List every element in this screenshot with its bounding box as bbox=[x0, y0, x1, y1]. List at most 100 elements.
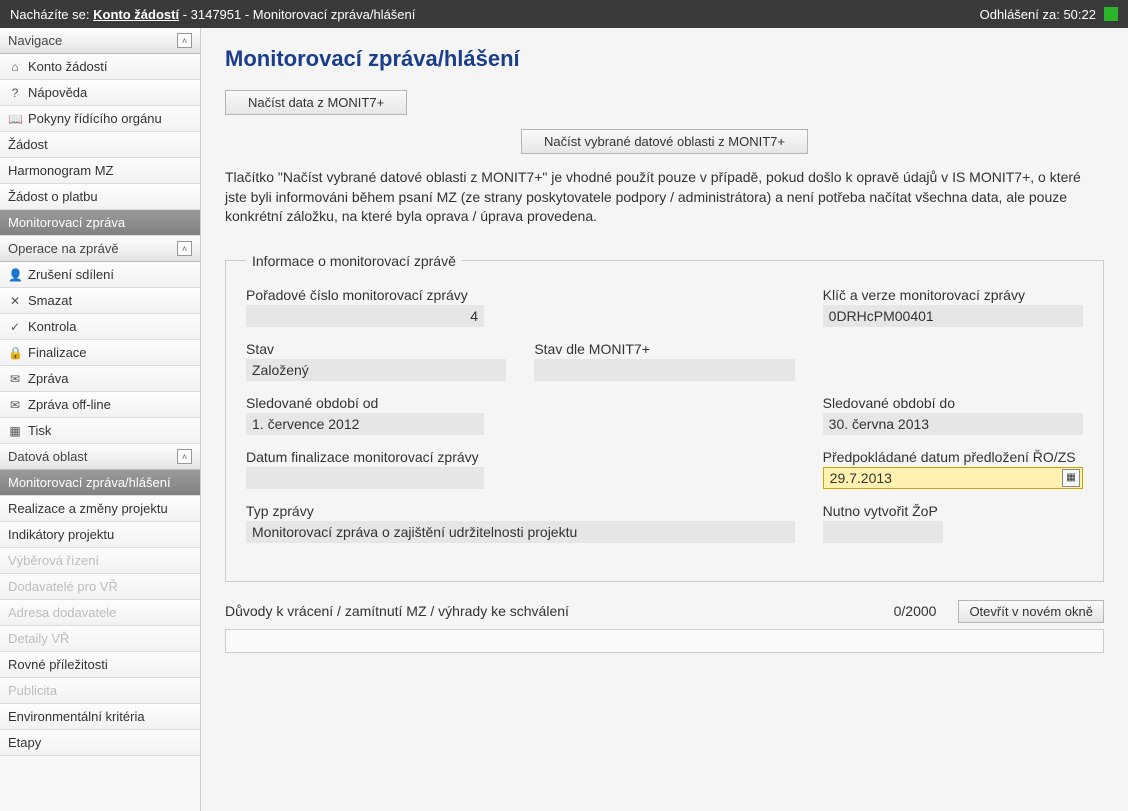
sidebar-item-icon: ? bbox=[8, 86, 22, 100]
expected-date-input[interactable]: 29.7.2013 ▦ bbox=[823, 467, 1083, 489]
sidebar-item-label: Pokyny řídícího orgánu bbox=[28, 111, 162, 126]
calendar-icon[interactable]: ▦ bbox=[1062, 469, 1080, 487]
chevron-up-icon[interactable]: ˄ bbox=[177, 241, 192, 256]
period-to-value: 30. června 2013 bbox=[823, 413, 1083, 435]
zop-value bbox=[823, 521, 943, 543]
sidebar-item-label: Kontrola bbox=[28, 319, 76, 334]
sidebar-item-icon: 👤 bbox=[8, 268, 22, 282]
sidebar-item-label: Žádost o platbu bbox=[8, 189, 98, 204]
sidebar-item[interactable]: Environmentální kritéria bbox=[0, 704, 200, 730]
sidebar-item-label: Zpráva off-line bbox=[28, 397, 111, 412]
sidebar-item[interactable]: Etapy bbox=[0, 730, 200, 756]
sidebar-item[interactable]: Harmonogram MZ bbox=[0, 158, 200, 184]
sidebar-item[interactable]: Realizace a změny projektu bbox=[0, 496, 200, 522]
sidebar-item[interactable]: 👤Zrušení sdílení bbox=[0, 262, 200, 288]
field-period-to: Sledované období do 30. června 2013 bbox=[823, 395, 1083, 435]
seq-value: 4 bbox=[246, 305, 484, 327]
sidebar-item[interactable]: ✉ Zpráva bbox=[0, 366, 200, 392]
sidebar-item-icon: ▦ bbox=[8, 424, 22, 438]
info-fieldset: Informace o monitorovací zprávě Pořadové… bbox=[225, 253, 1104, 582]
sidebar-item-label: Publicita bbox=[8, 683, 57, 698]
sidebar-item[interactable]: Rovné příležitosti bbox=[0, 652, 200, 678]
field-state-monit: Stav dle MONIT7+ bbox=[534, 341, 794, 381]
sidebar-item-label: Zpráva bbox=[28, 371, 68, 386]
sidebar-item: Dodavatelé pro VŘ bbox=[0, 574, 200, 600]
sidebar-item-label: Konto žádostí bbox=[28, 59, 108, 74]
load-monit-button[interactable]: Načíst data z MONIT7+ bbox=[225, 90, 407, 115]
sidebar-item[interactable]: Žádost o platbu bbox=[0, 184, 200, 210]
sidebar-item-label: Detaily VŘ bbox=[8, 631, 69, 646]
breadcrumb-link[interactable]: Konto žádostí bbox=[93, 7, 179, 22]
sidebar-item-label: Výběrová řízení bbox=[8, 553, 99, 568]
page-title: Monitorovací zpráva/hlášení bbox=[225, 46, 1104, 72]
field-type: Typ zprávy Monitorovací zpráva o zajiště… bbox=[246, 503, 795, 543]
field-key: Klíč a verze monitorovací zprávy 0DRHcPM… bbox=[823, 287, 1083, 327]
sidebar-item[interactable]: ⌂ Konto žádostí bbox=[0, 54, 200, 80]
field-state: Stav Založený bbox=[246, 341, 506, 381]
reasons-counter: 0/2000 bbox=[894, 603, 937, 619]
sidebar-item-label: Finalizace bbox=[28, 345, 87, 360]
sidebar-item-label: Etapy bbox=[8, 735, 41, 750]
sidebar-section-header[interactable]: Datová oblast˄ bbox=[0, 444, 200, 470]
sidebar-item[interactable]: ✉ Zpráva off-line bbox=[0, 392, 200, 418]
sidebar-item-icon: ✉ bbox=[8, 372, 22, 386]
sidebar-item: Publicita bbox=[0, 678, 200, 704]
sidebar-item[interactable]: Monitorovací zpráva/hlášení bbox=[0, 470, 200, 496]
sidebar-item-label: Žádost bbox=[8, 137, 48, 152]
finalize-date-value bbox=[246, 467, 484, 489]
info-text: Tlačítko "Načíst vybrané datové oblasti … bbox=[225, 168, 1104, 227]
top-bar: Nacházíte se: Konto žádostí - 3147951 - … bbox=[0, 0, 1128, 28]
open-new-window-button[interactable]: Otevřít v novém okně bbox=[958, 600, 1104, 623]
sidebar: Navigace˄ ⌂ Konto žádostí? Nápověda 📖 Pokyny … bbox=[0, 28, 201, 811]
sidebar-item[interactable]: ✓ Kontrola bbox=[0, 314, 200, 340]
reasons-label: Důvody k vrácení / zamítnutí MZ / výhrad… bbox=[225, 603, 882, 619]
sidebar-item[interactable]: Žádost bbox=[0, 132, 200, 158]
field-zop: Nutno vytvořit ŽoP bbox=[823, 503, 1083, 543]
status-indicator-icon bbox=[1104, 7, 1118, 21]
chevron-up-icon[interactable]: ˄ bbox=[177, 33, 192, 48]
sidebar-item-label: Indikátory projektu bbox=[8, 527, 114, 542]
sidebar-item[interactable]: 🔒 Finalizace bbox=[0, 340, 200, 366]
sidebar-item[interactable]: ✕ Smazat bbox=[0, 288, 200, 314]
main-content: Monitorovací zpráva/hlášení Načíst data … bbox=[201, 28, 1128, 811]
reasons-textarea[interactable] bbox=[225, 629, 1104, 653]
sidebar-item: Adresa dodavatele bbox=[0, 600, 200, 626]
type-value: Monitorovací zpráva o zajištění udržitel… bbox=[246, 521, 795, 543]
breadcrumb-prefix: Nacházíte se: bbox=[10, 7, 90, 22]
chevron-up-icon[interactable]: ˄ bbox=[177, 449, 192, 464]
field-finalize-date: Datum finalizace monitorovací zprávy bbox=[246, 449, 795, 489]
sidebar-item-label: Adresa dodavatele bbox=[8, 605, 116, 620]
sidebar-item[interactable]: ? Nápověda bbox=[0, 80, 200, 106]
sidebar-item-label: Monitorovací zpráva/hlášení bbox=[8, 475, 171, 490]
sidebar-item: Výběrová řízení bbox=[0, 548, 200, 574]
sidebar-item-label: Harmonogram MZ bbox=[8, 163, 113, 178]
field-period-from: Sledované období od 1. července 2012 bbox=[246, 395, 795, 435]
sidebar-item-icon: ✓ bbox=[8, 320, 22, 334]
state-monit-value bbox=[534, 359, 794, 381]
state-value: Založený bbox=[246, 359, 506, 381]
sidebar-item: Detaily VŘ bbox=[0, 626, 200, 652]
sidebar-item[interactable]: Monitorovací zpráva bbox=[0, 210, 200, 236]
sidebar-section-header[interactable]: Operace na zprávě˄ bbox=[0, 236, 200, 262]
breadcrumb: Nacházíte se: Konto žádostí - 3147951 - … bbox=[10, 7, 980, 22]
sidebar-item-icon: ✉ bbox=[8, 398, 22, 412]
sidebar-item[interactable]: Indikátory projektu bbox=[0, 522, 200, 548]
sidebar-item[interactable]: ▦ Tisk bbox=[0, 418, 200, 444]
field-expected-date: Předpokládané datum předložení ŘO/ZS 29.… bbox=[823, 449, 1083, 489]
logout-timer: Odhlášení za: 50:22 bbox=[980, 7, 1096, 22]
sidebar-item-icon: ⌂ bbox=[8, 60, 22, 74]
sidebar-item-label: Monitorovací zpráva bbox=[8, 215, 125, 230]
sidebar-item[interactable]: 📖 Pokyny řídícího orgánu bbox=[0, 106, 200, 132]
sidebar-item-icon: 🔒 bbox=[8, 346, 22, 360]
sidebar-item-label: Environmentální kritéria bbox=[8, 709, 145, 724]
sidebar-item-label: Smazat bbox=[28, 293, 72, 308]
load-selected-monit-button[interactable]: Načíst vybrané datové oblasti z MONIT7+ bbox=[521, 129, 808, 154]
sidebar-item-label: Tisk bbox=[28, 423, 51, 438]
sidebar-item-label: Realizace a změny projektu bbox=[8, 501, 168, 516]
key-value: 0DRHcPM00401 bbox=[823, 305, 1083, 327]
sidebar-item-icon: 📖 bbox=[8, 112, 22, 126]
sidebar-item-label: Rovné příležitosti bbox=[8, 657, 108, 672]
sidebar-item-icon: ✕ bbox=[8, 294, 22, 308]
sidebar-section-header[interactable]: Navigace˄ bbox=[0, 28, 200, 54]
sidebar-item-label: Nápověda bbox=[28, 85, 87, 100]
